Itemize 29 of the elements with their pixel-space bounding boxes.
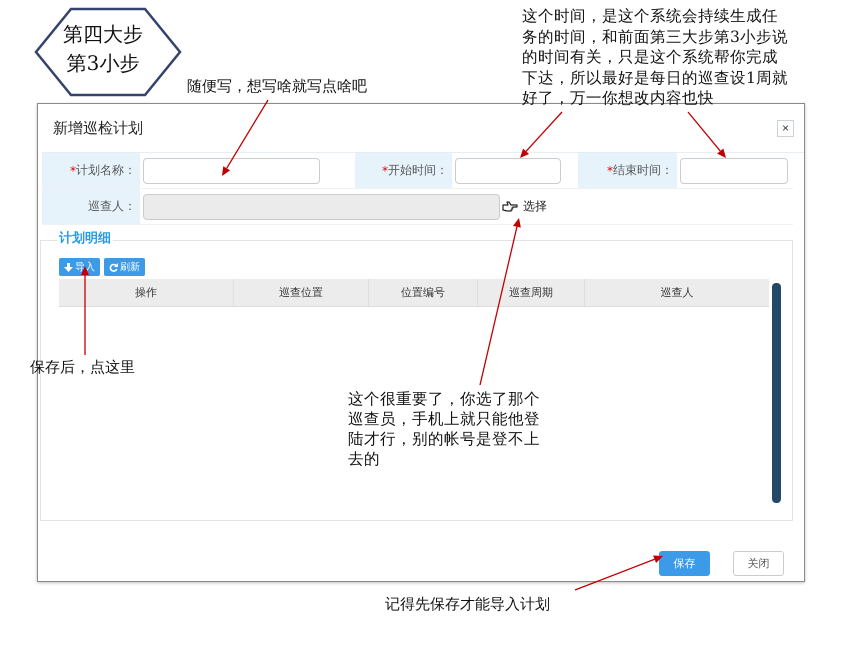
close-button[interactable]: 关闭 xyxy=(733,551,784,576)
annotation-text: 记得先保存才能导入计划 xyxy=(385,595,550,614)
down-arrow-icon xyxy=(64,262,73,272)
column-header[interactable]: 巡查周期 xyxy=(478,279,586,306)
dialog-title: 新增巡检计划 xyxy=(53,118,143,138)
step-label: 第四大步 第3小步 xyxy=(63,21,143,77)
column-header[interactable]: 位置编号 xyxy=(369,279,478,306)
field-label: *开始时间： xyxy=(355,153,452,189)
refresh-icon xyxy=(109,262,118,272)
input-field[interactable] xyxy=(680,158,788,184)
scrollbar[interactable] xyxy=(772,283,781,503)
select-link[interactable]: 选择 xyxy=(523,198,547,215)
annotation-text: 这个时间，是这个系统会持续生成任 务的时间，和前面第三大步第3小步说 的时间有关，只是这个系统帮你完成 下达，所以最好是每日的巡查设1周就 好了，万一你想改内容也快 xyxy=(522,6,788,108)
section-title: 计划明细 xyxy=(57,229,113,247)
annotation-text: 保存后，点这里 xyxy=(30,358,135,377)
column-header[interactable]: 巡查位置 xyxy=(234,279,370,306)
arrow xyxy=(688,112,726,158)
column-header[interactable]: 操作 xyxy=(59,279,234,306)
input-field[interactable] xyxy=(455,158,561,184)
close-button[interactable]: × xyxy=(777,120,794,136)
field-label: 巡查人： xyxy=(42,189,140,225)
field-label: *计划名称： xyxy=(42,153,140,189)
annotation-text: 随便写，想写啥就写点啥吧 xyxy=(187,77,367,96)
arrow xyxy=(520,112,562,158)
input-field[interactable] xyxy=(143,158,320,184)
pointing-hand-icon xyxy=(502,200,518,212)
annotation-text: 这个很重要了，你选了那个 巡查员，手机上就只能他登 陆才行，别的帐号是登不上 去的 xyxy=(348,389,540,469)
field-label: *结束时间： xyxy=(578,153,677,189)
column-header[interactable]: 巡查人 xyxy=(585,279,769,306)
